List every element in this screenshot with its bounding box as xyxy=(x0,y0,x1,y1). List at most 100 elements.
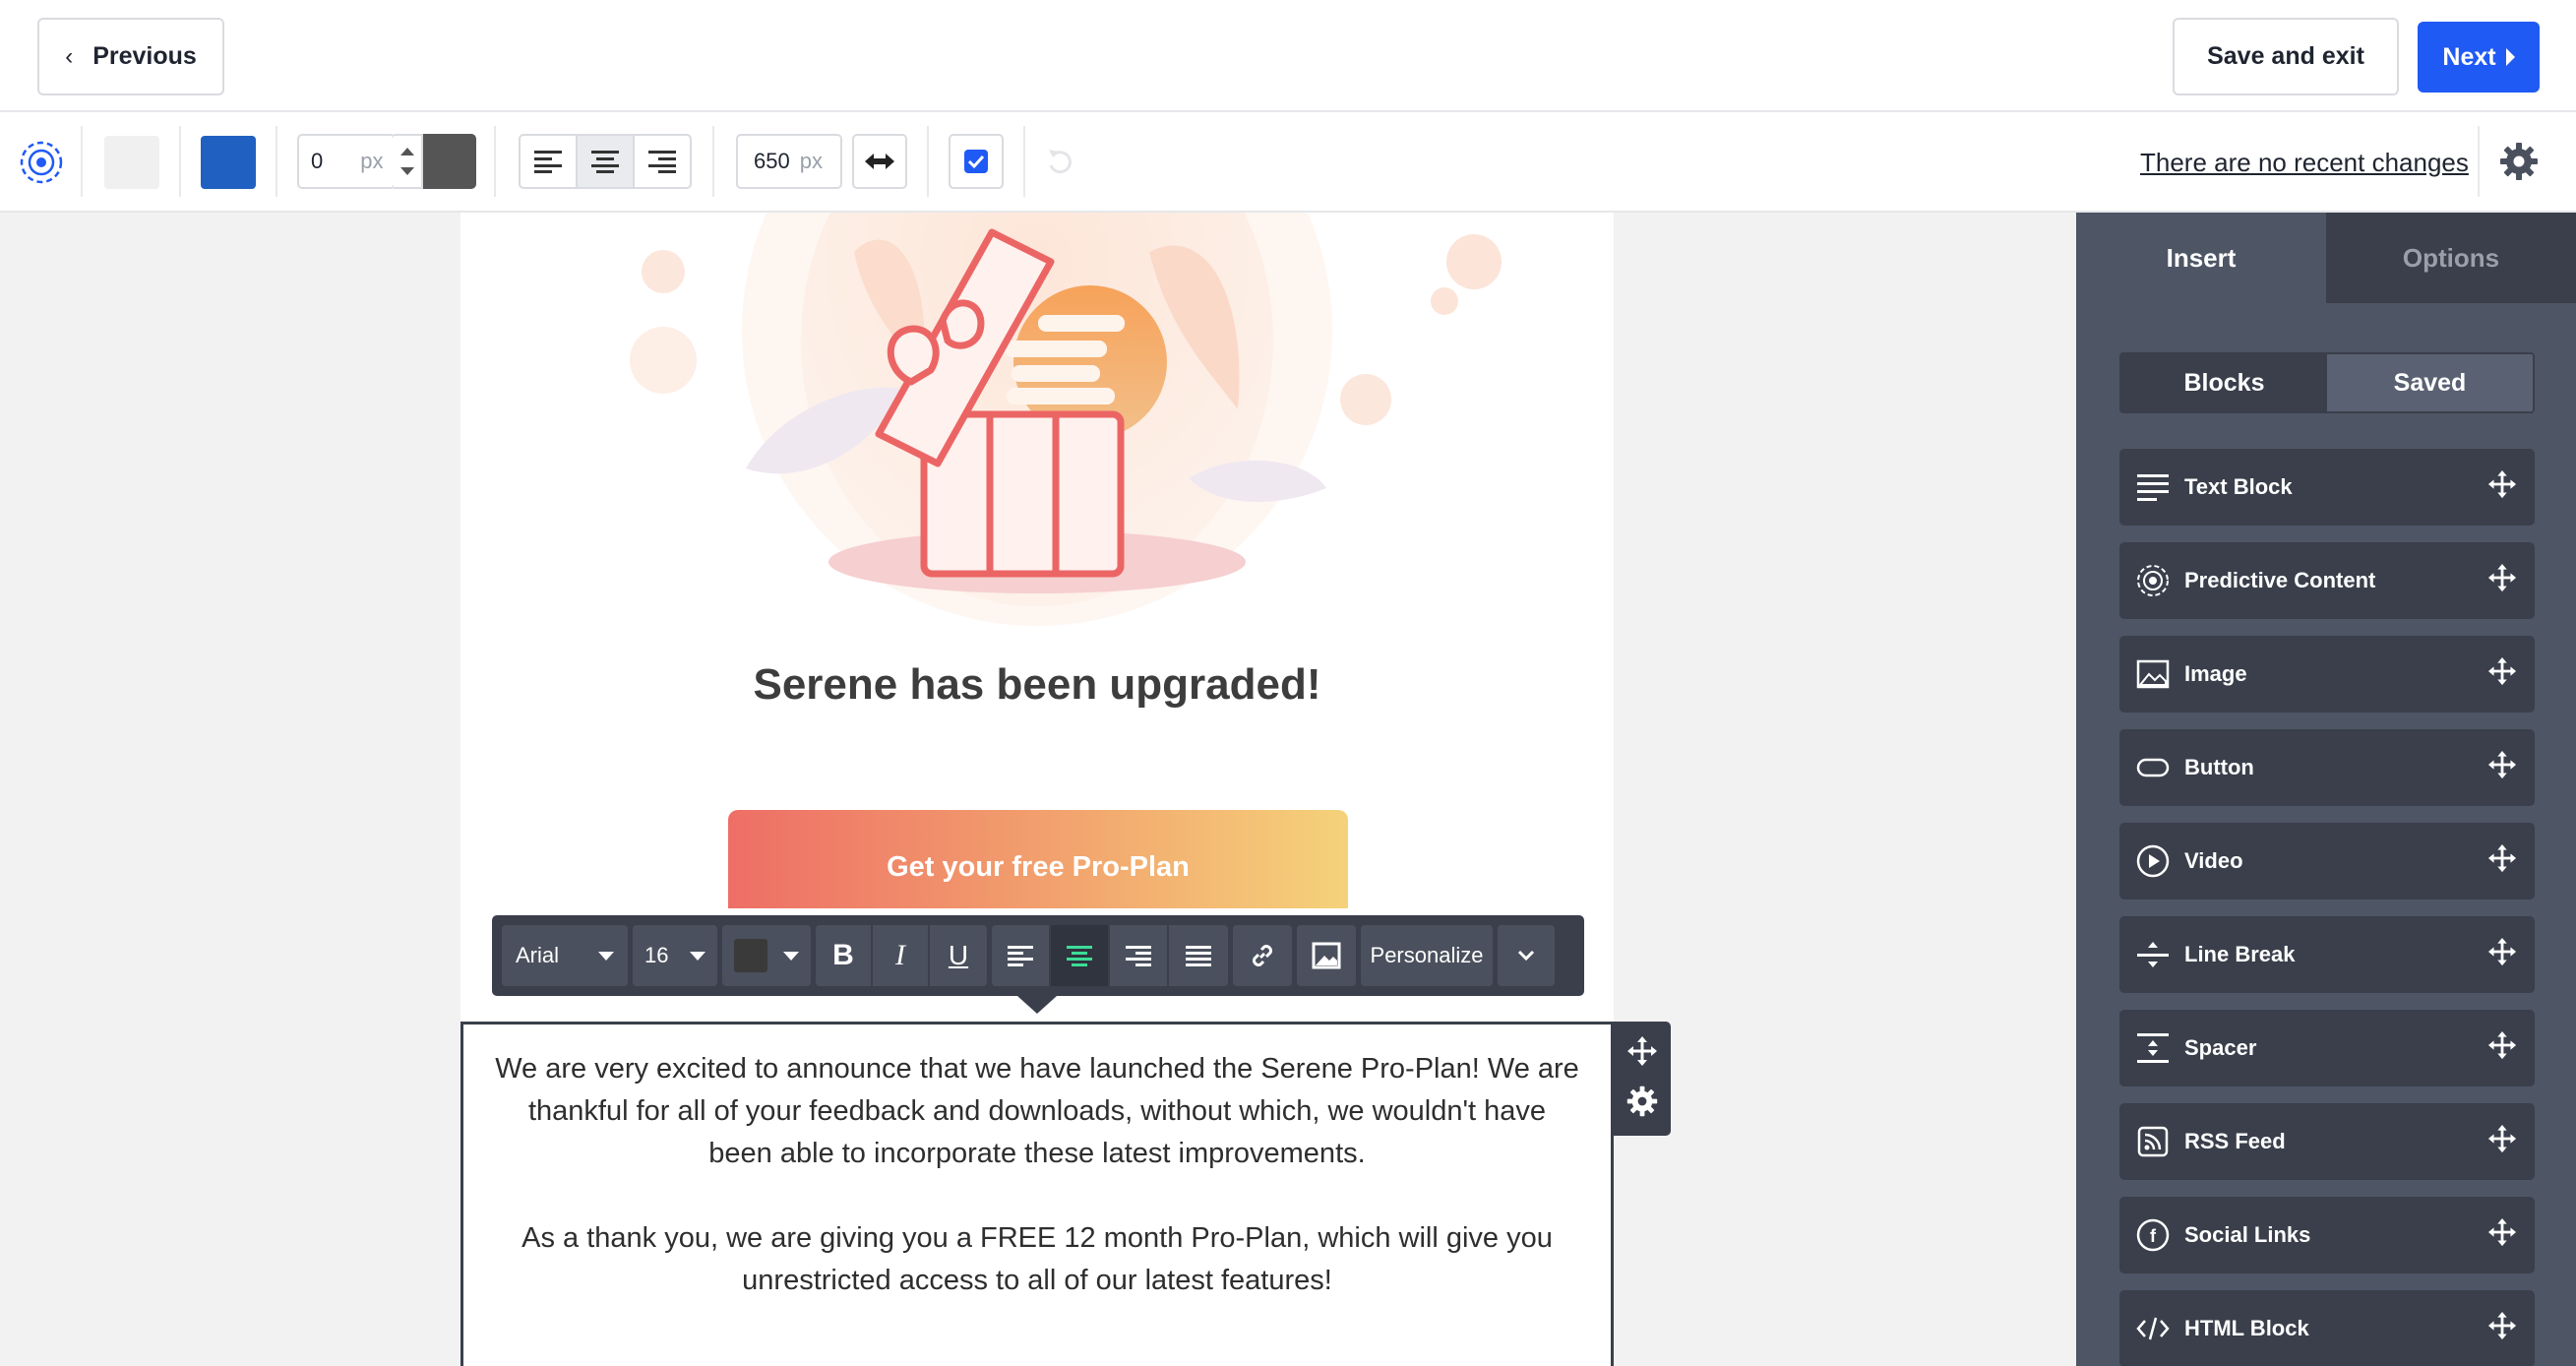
block-label: Spacer xyxy=(2184,1035,2257,1060)
border-width-input[interactable]: 0 px xyxy=(297,134,396,189)
insert-link-button[interactable] xyxy=(1233,925,1292,986)
text-color-swatch xyxy=(734,939,767,972)
block-spacer[interactable]: Spacer xyxy=(2119,1010,2535,1087)
insert-image-button[interactable] xyxy=(1297,925,1356,986)
move-arrows-icon[interactable] xyxy=(2487,843,2517,879)
play-circle-icon xyxy=(2135,843,2171,879)
move-arrows-icon[interactable] xyxy=(2487,1030,2517,1066)
personalize-button[interactable]: Personalize xyxy=(1361,925,1493,986)
email-headline[interactable]: Serene has been upgraded! xyxy=(460,660,1614,710)
align-left-icon xyxy=(534,151,562,173)
italic-button[interactable]: I xyxy=(873,925,930,986)
block-video[interactable]: Video xyxy=(2119,823,2535,900)
align-center-button[interactable] xyxy=(578,136,635,187)
block-predictive-content[interactable]: Predictive Content xyxy=(2119,542,2535,619)
undo-icon[interactable] xyxy=(1043,144,1078,179)
text-color-dropdown[interactable] xyxy=(722,925,811,986)
text-align-right-button[interactable] xyxy=(1110,925,1169,986)
font-size-value: 16 xyxy=(644,943,669,967)
align-right-button[interactable] xyxy=(635,136,690,187)
block-button[interactable]: Button xyxy=(2119,729,2535,806)
email-body: Serene has been upgraded! Get your free … xyxy=(460,213,1614,1366)
bold-icon: B xyxy=(832,939,854,971)
background-color-swatch[interactable] xyxy=(104,136,159,189)
block-html[interactable]: HTML Block xyxy=(2119,1290,2535,1366)
move-arrows-icon[interactable] xyxy=(2487,1217,2517,1253)
block-image[interactable]: Image xyxy=(2119,636,2535,713)
move-arrows-icon[interactable] xyxy=(2487,750,2517,785)
content-alignment-group xyxy=(519,134,692,189)
align-left-button[interactable] xyxy=(521,136,578,187)
move-arrows-icon[interactable] xyxy=(2487,563,2517,598)
insert-panel: Insert Options Blocks Saved Text Block P… xyxy=(2076,213,2576,1366)
gear-icon[interactable] xyxy=(2499,142,2539,181)
stepper-down-icon[interactable] xyxy=(400,167,414,175)
border-width-value: 0 xyxy=(311,149,324,173)
underline-button[interactable]: U xyxy=(930,925,987,986)
text-lines-icon xyxy=(2135,469,2171,505)
bold-button[interactable]: B xyxy=(816,925,873,986)
block-label: RSS Feed xyxy=(2184,1129,2286,1153)
align-right-icon xyxy=(648,151,676,173)
tab-options[interactable]: Options xyxy=(2326,213,2576,303)
full-width-toggle-button[interactable] xyxy=(852,134,907,189)
font-size-dropdown[interactable]: 16 xyxy=(633,925,717,986)
chevron-down-icon xyxy=(598,951,614,961)
block-list: Text Block Predictive Content Image Butt… xyxy=(2119,449,2535,1366)
block-label: Predictive Content xyxy=(2184,568,2376,592)
move-arrows-icon[interactable] xyxy=(1626,1035,1658,1072)
segment-saved[interactable]: Saved xyxy=(2327,354,2533,411)
content-width-input[interactable]: 650 px xyxy=(736,134,842,189)
stepper-up-icon[interactable] xyxy=(400,148,414,155)
text-format-toolbar: Arial 16 B I U Personalize xyxy=(492,915,1584,996)
block-label: Text Block xyxy=(2184,474,2293,499)
horizontal-arrows-icon xyxy=(865,154,894,169)
save-and-exit-label: Save and exit xyxy=(2207,42,2364,70)
block-social-links[interactable]: f Social Links xyxy=(2119,1197,2535,1273)
tab-insert[interactable]: Insert xyxy=(2076,213,2326,303)
border-width-stepper[interactable] xyxy=(394,134,423,189)
option-checkbox-button[interactable] xyxy=(949,134,1004,189)
block-label: Video xyxy=(2184,848,2243,873)
spacer-icon xyxy=(2135,1030,2171,1066)
text-align-center-button[interactable] xyxy=(1051,925,1110,986)
toolbar-divider xyxy=(712,126,714,197)
chevron-down-icon xyxy=(1517,950,1535,962)
text-justify-button[interactable] xyxy=(1169,925,1228,986)
text-align-left-button[interactable] xyxy=(992,925,1051,986)
move-arrows-icon[interactable] xyxy=(2487,469,2517,505)
predictive-target-icon xyxy=(2135,563,2171,598)
next-button[interactable]: Next xyxy=(2418,22,2540,93)
block-text[interactable]: Text Block xyxy=(2119,449,2535,526)
segment-blocks[interactable]: Blocks xyxy=(2121,354,2327,411)
toolbar-divider xyxy=(1023,126,1025,197)
body-color-swatch[interactable] xyxy=(201,136,256,189)
move-arrows-icon[interactable] xyxy=(2487,937,2517,972)
more-options-button[interactable] xyxy=(1498,925,1555,986)
next-label: Next xyxy=(2442,42,2496,71)
cta-button[interactable]: Get your free Pro-Plan xyxy=(728,810,1348,908)
content-width-unit: px xyxy=(799,149,823,173)
body-paragraph-1[interactable]: We are very excited to announce that we … xyxy=(493,1048,1581,1175)
hero-illustration[interactable] xyxy=(460,213,1614,626)
move-arrows-icon[interactable] xyxy=(2487,656,2517,692)
border-color-swatch[interactable] xyxy=(423,134,476,189)
block-line-break[interactable]: Line Break xyxy=(2119,916,2535,993)
toolbar-divider xyxy=(179,126,181,197)
checkbox-checked-icon xyxy=(964,150,988,173)
font-family-dropdown[interactable]: Arial xyxy=(502,925,628,986)
move-arrows-icon[interactable] xyxy=(2487,1124,2517,1159)
body-paragraph-2[interactable]: As a thank you, we are giving you a FREE… xyxy=(493,1217,1581,1302)
gear-icon[interactable] xyxy=(1626,1086,1658,1122)
recent-changes-link[interactable]: There are no recent changes xyxy=(2140,148,2469,178)
move-arrows-icon[interactable] xyxy=(2487,1311,2517,1346)
block-rss-feed[interactable]: RSS Feed xyxy=(2119,1103,2535,1180)
previous-button[interactable]: ‹ Previous xyxy=(37,18,224,95)
editor-canvas: Serene has been upgraded! Get your free … xyxy=(0,213,2076,1366)
button-pill-icon xyxy=(2135,750,2171,785)
selected-text-block[interactable]: We are very excited to announce that we … xyxy=(460,1022,1614,1366)
blocks-saved-toggle: Blocks Saved xyxy=(2119,352,2535,413)
toolbar-divider xyxy=(494,126,496,197)
predictive-target-icon[interactable] xyxy=(18,136,65,189)
save-and-exit-button[interactable]: Save and exit xyxy=(2173,18,2399,95)
